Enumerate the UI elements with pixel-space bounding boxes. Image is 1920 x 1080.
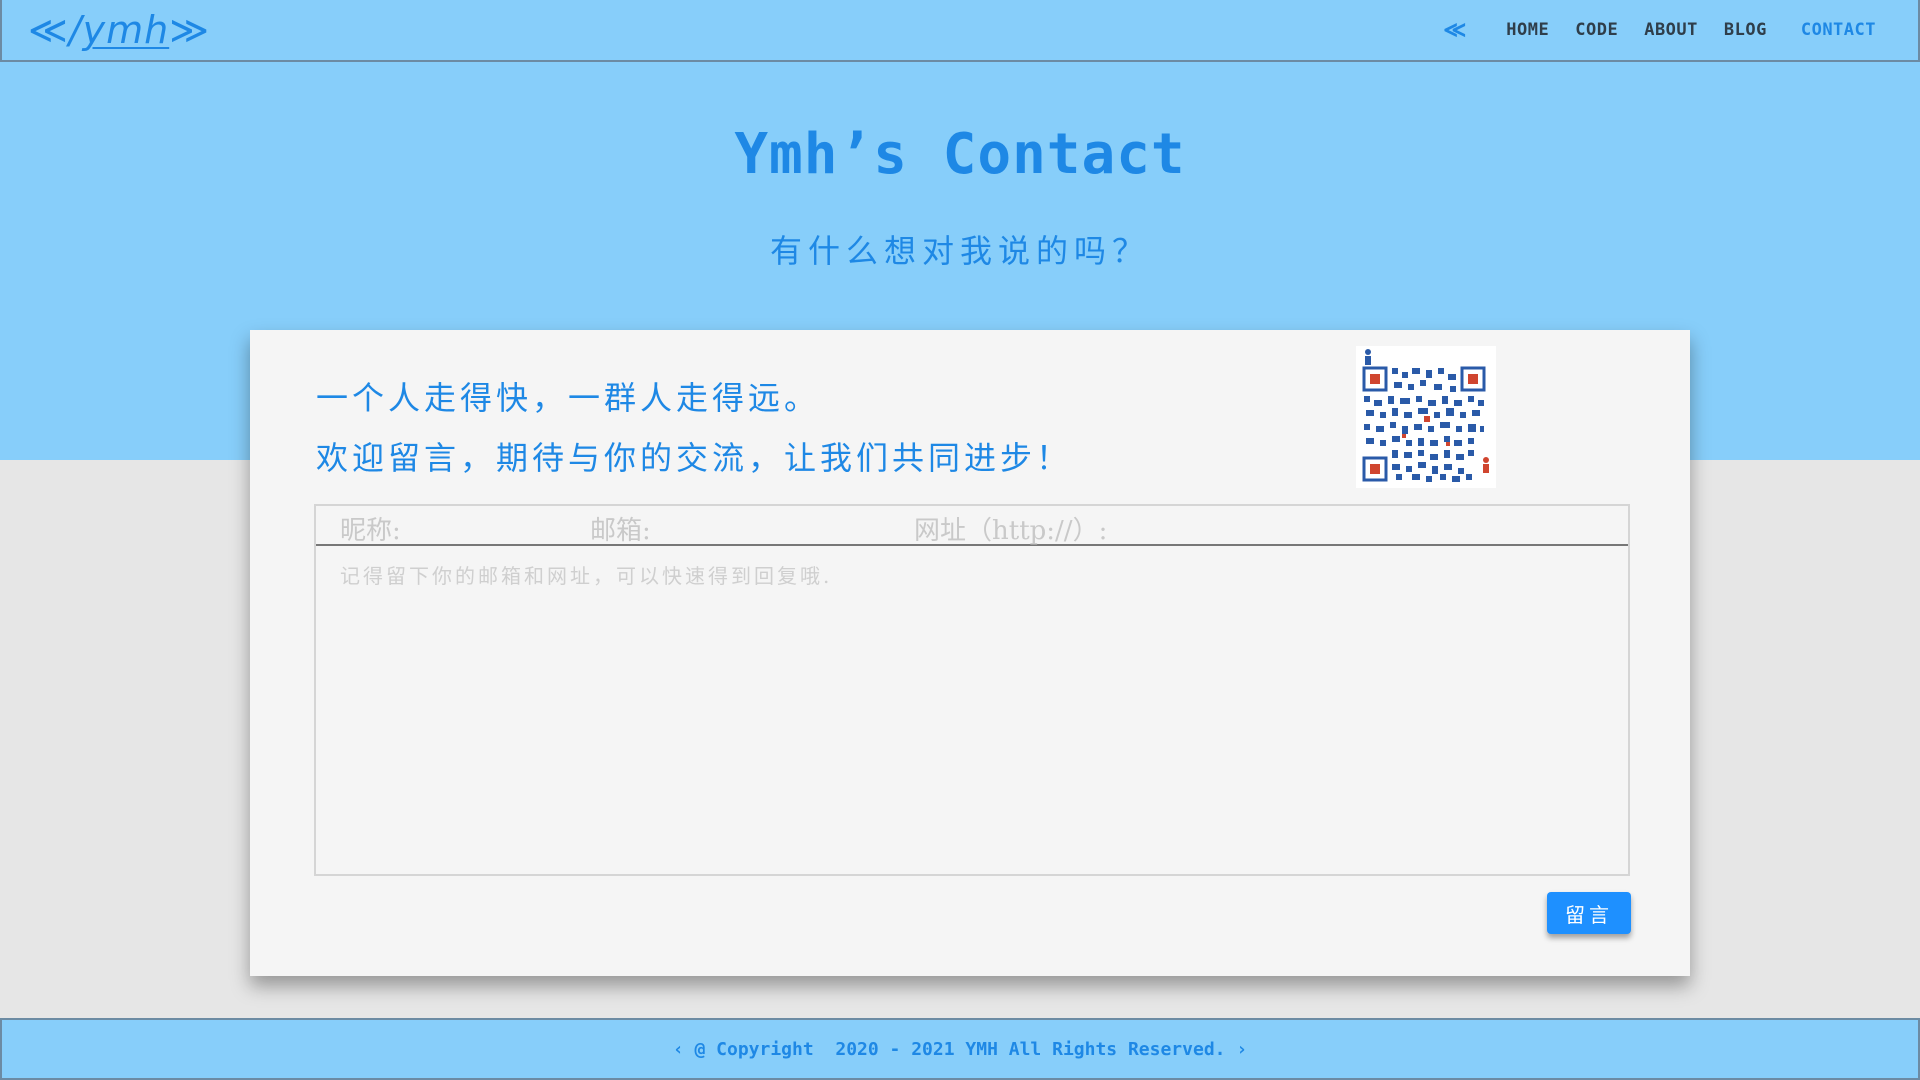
main-nav: ≪ HOME CODE ABOUT BLOG CONTACT xyxy=(1443,18,1876,43)
comment-form: 昵称: 邮箱: 网址（http://）: 记得留下你的邮箱和网址，可以快速得到回… xyxy=(314,504,1630,876)
nav-home[interactable]: HOME xyxy=(1506,20,1549,40)
nav-about[interactable]: ABOUT xyxy=(1644,20,1698,40)
logo-open: ≪/ xyxy=(28,8,83,52)
quote-line-1: 一个人走得快，一群人走得远。 xyxy=(316,379,821,417)
nav-code[interactable]: CODE xyxy=(1575,20,1618,40)
contact-card: 一个人走得快，一群人走得远。 欢迎留言，期待与你的交流，让我们共同进步！ 昵称:… xyxy=(250,330,1690,976)
email-input[interactable]: 邮箱: xyxy=(590,510,651,547)
comment-meta-fields: 昵称: 邮箱: 网址（http://）: xyxy=(316,506,1628,546)
nickname-input[interactable]: 昵称: xyxy=(340,510,401,547)
welcome-quote: 一个人走得快，一群人走得远。 欢迎留言，期待与你的交流，让我们共同进步！ xyxy=(316,368,1072,488)
page-subtitle: 有什么想对我说的吗？ xyxy=(769,232,1150,270)
url-input[interactable]: 网址（http://）: xyxy=(914,510,1107,547)
nav-contact[interactable]: CONTACT xyxy=(1801,20,1876,40)
navbar: ≪/ymh ≫ ≪ HOME CODE ABOUT BLOG CONTACT xyxy=(0,0,1920,62)
page-title: Ymh’s Contact xyxy=(734,122,1186,187)
nav-blog[interactable]: BLOG xyxy=(1724,20,1767,40)
submit-comment-button[interactable]: 留言 xyxy=(1547,892,1631,934)
logo-text: ymh xyxy=(82,8,170,52)
copyright-text: ‹ @ Copyright 2020 - 2021 YMH All Rights… xyxy=(672,1038,1248,1060)
qr-code-icon xyxy=(1356,346,1496,488)
site-logo[interactable]: ≪/ymh ≫ xyxy=(28,8,210,52)
logo-close: ≫ xyxy=(169,8,210,52)
quote-line-2: 欢迎留言，期待与你的交流，让我们共同进步！ xyxy=(316,439,1073,477)
chevron-left-icon[interactable]: ≪ xyxy=(1443,18,1466,43)
message-textarea[interactable]: 记得留下你的邮箱和网址，可以快速得到回复哦. xyxy=(340,560,832,589)
footer: ‹ @ Copyright 2020 - 2021 YMH All Rights… xyxy=(0,1018,1920,1080)
